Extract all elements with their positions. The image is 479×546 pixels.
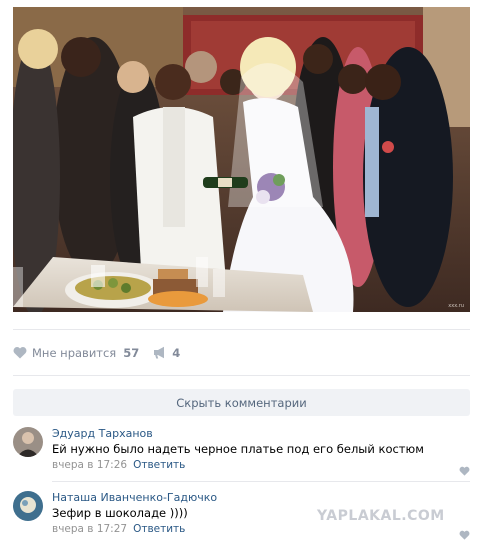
reply-link[interactable]: Ответить: [133, 459, 185, 471]
comment-author[interactable]: Эдуард Тарханов: [52, 427, 153, 440]
watermark: YAPLAKAL.COM: [317, 508, 445, 524]
megaphone-icon: [153, 346, 167, 360]
share-button[interactable]: 4: [153, 346, 180, 360]
share-count: 4: [172, 346, 181, 360]
comment-time[interactable]: вчера в 17:26: [52, 459, 127, 471]
comment-like-heart-icon[interactable]: [459, 461, 470, 476]
like-label: Мне нравится: [32, 346, 117, 360]
comment-author[interactable]: Наташа Иванченко-Гадючко: [52, 491, 217, 504]
avatar[interactable]: [13, 427, 43, 457]
comment-text: Ей нужно было надеть черное платье под е…: [52, 442, 424, 456]
divider-bottom: [13, 375, 470, 376]
comment-like-heart-icon[interactable]: [459, 525, 470, 540]
avatar[interactable]: [13, 491, 43, 521]
comment-meta: вчера в 17:26 Ответить: [52, 459, 185, 471]
divider-top: [13, 329, 470, 330]
like-count: 57: [123, 346, 140, 360]
photo-source-caption: xxx.ru: [448, 303, 464, 309]
post-photo[interactable]: xxx.ru: [13, 7, 470, 312]
heart-icon: [13, 346, 27, 360]
comment-text: Зефир в шоколаде )))): [52, 506, 188, 520]
comment-item: Эдуард Тарханов Ей нужно было надеть чер…: [13, 427, 470, 476]
comment-meta: вчера в 17:27 Ответить: [52, 523, 185, 535]
hide-comments-button[interactable]: Скрыть комментарии: [13, 389, 470, 416]
post-actions: Мне нравится 57 4: [13, 343, 180, 363]
reply-link[interactable]: Ответить: [133, 523, 185, 535]
like-button[interactable]: Мне нравится 57: [13, 346, 139, 360]
comment-time[interactable]: вчера в 17:27: [52, 523, 127, 535]
comment-divider: [52, 481, 470, 482]
